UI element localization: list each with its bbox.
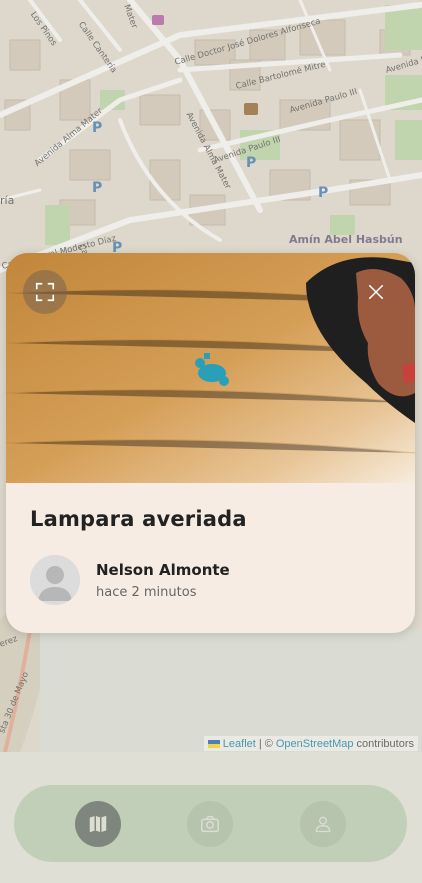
leaflet-link[interactable]: Leaflet xyxy=(223,738,256,750)
attribution-contributors: contributors xyxy=(356,737,414,750)
tab-camera[interactable] xyxy=(187,800,234,847)
report-title: Lampara averiada xyxy=(30,507,247,531)
tab-profile[interactable] xyxy=(299,800,346,847)
street-label: ría xyxy=(0,194,15,207)
parking-icon: P xyxy=(246,155,257,171)
parking-icon: P xyxy=(92,120,103,136)
report-card: Lampara averiada Nelson Almonte hace 2 m… xyxy=(6,253,415,633)
close-card-button[interactable] xyxy=(354,270,398,314)
map-icon xyxy=(89,815,107,832)
parking-icon: P xyxy=(318,185,329,201)
expand-photo-button[interactable] xyxy=(23,270,67,314)
user-icon xyxy=(315,816,331,832)
library-icon xyxy=(244,103,258,115)
parking-icon: P xyxy=(92,180,103,196)
place-label: Amín Abel Hasbún xyxy=(289,233,403,246)
map-attribution: Leaflet | © OpenStreetMap contributors xyxy=(203,736,418,751)
shop-icon xyxy=(152,15,164,25)
author-name: Nelson Almonte xyxy=(96,560,230,579)
close-icon xyxy=(368,284,384,300)
report-time: hace 2 minutos xyxy=(96,584,197,600)
tab-bar xyxy=(14,785,407,862)
app-screen: Los Pinos Calle Cantería Mater Calle Doc… xyxy=(0,0,422,883)
author-info: Nelson Almonte hace 2 minutos xyxy=(96,561,230,600)
camera-icon xyxy=(201,815,220,832)
tab-map[interactable] xyxy=(75,800,122,847)
attribution-separator: | © xyxy=(258,737,273,750)
expand-icon xyxy=(35,282,55,302)
card-body: Lampara averiada Nelson Almonte hace 2 m… xyxy=(6,483,415,605)
avatar xyxy=(30,555,80,605)
openstreetmap-link[interactable]: OpenStreetMap xyxy=(276,738,354,750)
report-photo[interactable] xyxy=(6,253,415,483)
user-avatar-icon xyxy=(30,555,80,605)
ukraine-flag-icon xyxy=(207,739,220,748)
author-row: Nelson Almonte hace 2 minutos xyxy=(30,555,391,605)
